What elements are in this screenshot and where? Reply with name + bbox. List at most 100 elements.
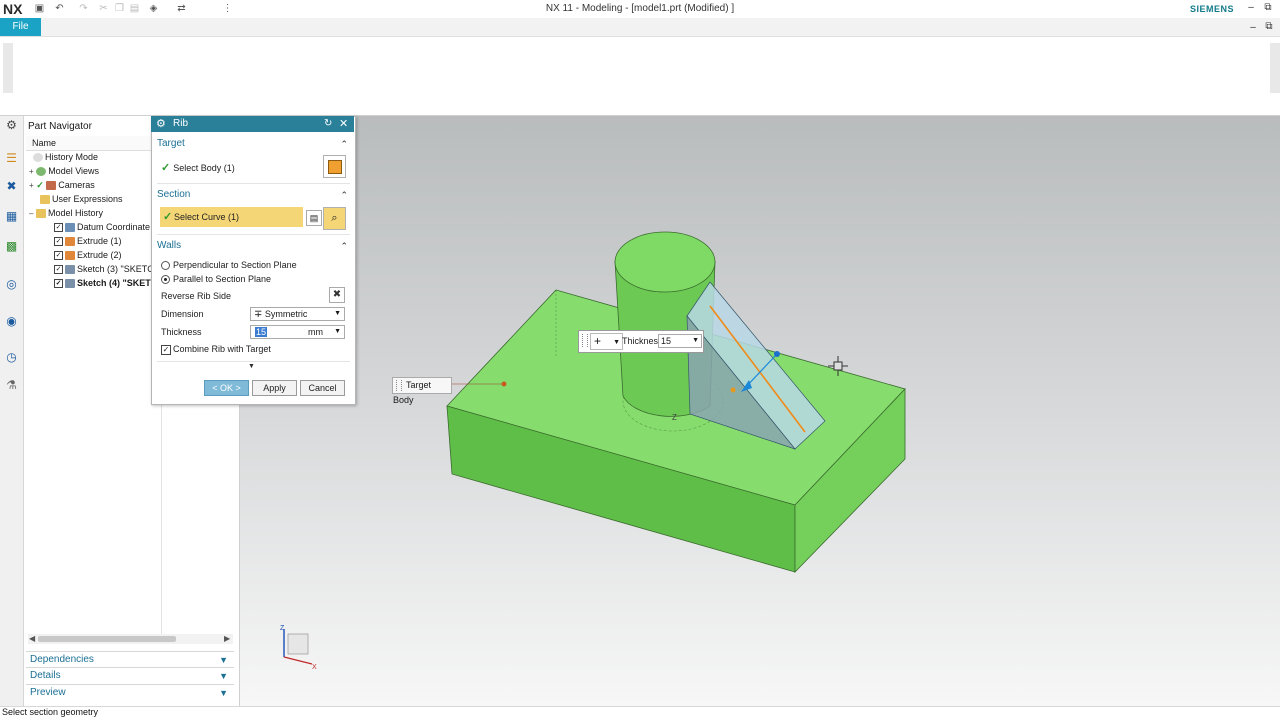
visibility-checkbox[interactable]: ✓: [54, 237, 63, 247]
drag-grip-icon[interactable]: [396, 380, 402, 392]
chevron-down-icon: ▼: [219, 688, 228, 698]
navigator-title: Part Navigator: [28, 121, 92, 132]
reset-icon[interactable]: ↻: [324, 116, 332, 132]
apply-button[interactable]: Apply: [252, 380, 297, 396]
panel-dependencies[interactable]: Dependencies ▼: [26, 651, 234, 668]
select-curve-button[interactable]: ⌕: [323, 207, 346, 230]
target-body-label[interactable]: Target Body: [392, 377, 452, 405]
cylinder-top-face[interactable]: [614, 231, 716, 293]
section-section-header[interactable]: Section ⌃: [157, 188, 350, 202]
web-browser-icon[interactable]: ◉: [4, 314, 19, 329]
tree-item-cameras[interactable]: + ✓ Cameras: [29, 178, 95, 192]
hd3d-tools-icon[interactable]: ◎: [4, 277, 19, 292]
checkmark-icon: ✓: [36, 180, 44, 190]
triad-x-label: X: [312, 664, 317, 671]
expand-icon[interactable]: +: [29, 167, 34, 176]
scrollbar-thumb[interactable]: [38, 636, 176, 642]
radio-button[interactable]: [161, 275, 170, 285]
chevron-up-icon[interactable]: ⌃: [340, 137, 348, 151]
restore-icon[interactable]: ⧉: [1261, 2, 1275, 13]
drag-grip-icon[interactable]: [582, 334, 588, 347]
thickness-unit: mm: [308, 327, 323, 337]
section-walls-header[interactable]: Walls ⌃: [157, 239, 350, 253]
visibility-checkbox[interactable]: ✓: [54, 251, 63, 261]
history-icon[interactable]: ◷: [4, 350, 19, 365]
clock-icon: [33, 153, 43, 163]
scroll-left-icon[interactable]: ◀: [29, 634, 35, 643]
divider: [157, 234, 350, 235]
minimize-icon[interactable]: –: [1244, 2, 1258, 13]
panel-preview[interactable]: Preview ▼: [26, 684, 234, 701]
datum-csys-icon: [65, 223, 75, 233]
ribbon-minimize-icon[interactable]: –: [1246, 22, 1260, 33]
visibility-checkbox[interactable]: ✓: [54, 265, 63, 275]
thickness-input[interactable]: 15 mm ▼: [250, 325, 345, 339]
visibility-checkbox[interactable]: ✓: [54, 223, 63, 233]
thickness-value-field[interactable]: 15 ▼: [658, 334, 702, 348]
tree-item-sketch-4[interactable]: ✓Sketch (4) "SKETCH: [54, 276, 154, 290]
folder-icon: [40, 195, 50, 205]
cancel-button[interactable]: Cancel: [300, 380, 345, 396]
sketch-section-icon[interactable]: ▤: [306, 210, 322, 226]
combine-rib-checkbox-row[interactable]: ✓ Combine Rib with Target: [161, 344, 271, 355]
select-body-row[interactable]: ✓ Select Body (1): [161, 161, 235, 174]
thickness-label: Thickness: [622, 336, 663, 346]
radio-parallel[interactable]: Parallel to Section Plane: [161, 274, 271, 285]
section-target-header[interactable]: Target ⌃: [157, 137, 350, 151]
ribbon-restore-icon[interactable]: ⧉: [1262, 21, 1276, 32]
select-body-button[interactable]: [323, 155, 346, 178]
system-materials-icon[interactable]: ⚗: [4, 378, 19, 393]
status-bar: [0, 706, 1280, 721]
combine-rib-checkbox[interactable]: ✓: [161, 344, 171, 355]
siemens-logo: SIEMENS: [1190, 4, 1235, 14]
symmetric-option-dropdown[interactable]: + ▼: [590, 333, 623, 350]
tree-item-user-expressions[interactable]: User Expressions: [40, 192, 123, 206]
thickness-handle[interactable]: [774, 351, 780, 357]
column-name-header[interactable]: Name: [32, 138, 56, 148]
part-navigator-icon[interactable]: ▦: [4, 209, 19, 224]
symmetric-icon: ∓: [254, 309, 263, 320]
more-options-chevron-icon[interactable]: ▼: [248, 363, 255, 370]
radio-perpendicular[interactable]: Perpendicular to Section Plane: [161, 260, 297, 271]
collapse-icon[interactable]: –: [29, 209, 33, 218]
sketch-icon: [65, 279, 75, 289]
expand-icon[interactable]: +: [29, 181, 34, 190]
thickness-field-label: Thickness: [161, 327, 202, 337]
panel-details[interactable]: Details ▼: [26, 667, 234, 684]
dialog-title: Rib: [173, 118, 189, 129]
tree-item-sketch-3[interactable]: ✓Sketch (3) "SKETCH_0: [54, 262, 154, 276]
tree-item-history-mode[interactable]: History Mode: [33, 150, 98, 164]
ribbon-left-handle: [3, 43, 13, 93]
ribbon-tab-bar: [0, 18, 1280, 37]
close-icon[interactable]: ✕: [339, 116, 348, 132]
visibility-checkbox[interactable]: ✓: [54, 279, 63, 289]
extrude-icon: [65, 251, 75, 261]
scroll-right-icon[interactable]: ▶: [224, 634, 230, 643]
reuse-library-icon[interactable]: ▩: [4, 239, 19, 254]
dialog-title-bar[interactable]: ⚙ Rib ↻ ✕: [151, 116, 354, 132]
graphics-window[interactable]: Z Z X: [240, 116, 1280, 706]
dropdown-arrow-icon: ▼: [334, 310, 341, 317]
chevron-down-icon: ▼: [219, 655, 228, 665]
constraint-navigator-icon[interactable]: ✖: [4, 179, 19, 194]
model-view[interactable]: Z Z X: [240, 116, 1280, 706]
assembly-navigator-icon[interactable]: ☰: [4, 151, 19, 166]
tree-item-extrude-2[interactable]: ✓ Extrude (2): [54, 248, 122, 262]
section-point[interactable]: [730, 387, 736, 393]
tree-item-model-history[interactable]: – Model History: [29, 206, 103, 220]
chevron-up-icon[interactable]: ⌃: [340, 188, 348, 202]
select-curve-row[interactable]: ✓ Select Curve (1): [160, 207, 303, 227]
checkmark-icon: ✓: [163, 211, 173, 223]
file-tab[interactable]: File: [0, 18, 41, 36]
tree-item-extrude-1[interactable]: ✓ Extrude (1): [54, 234, 122, 248]
reverse-direction-button[interactable]: ✖: [329, 287, 345, 303]
settings-icon[interactable]: ⚙: [4, 118, 19, 133]
chevron-up-icon[interactable]: ⌃: [340, 239, 348, 253]
ok-button[interactable]: < OK >: [204, 380, 249, 396]
dimension-dropdown[interactable]: ∓ Symmetric ▼: [250, 307, 345, 321]
radio-button[interactable]: [161, 261, 170, 271]
target-body-anchor: [501, 381, 507, 387]
resource-bar: [0, 116, 24, 706]
tree-item-model-views[interactable]: + Model Views: [29, 164, 99, 178]
tree-item-datum[interactable]: ✓ Datum Coordinate Sy: [54, 220, 163, 234]
